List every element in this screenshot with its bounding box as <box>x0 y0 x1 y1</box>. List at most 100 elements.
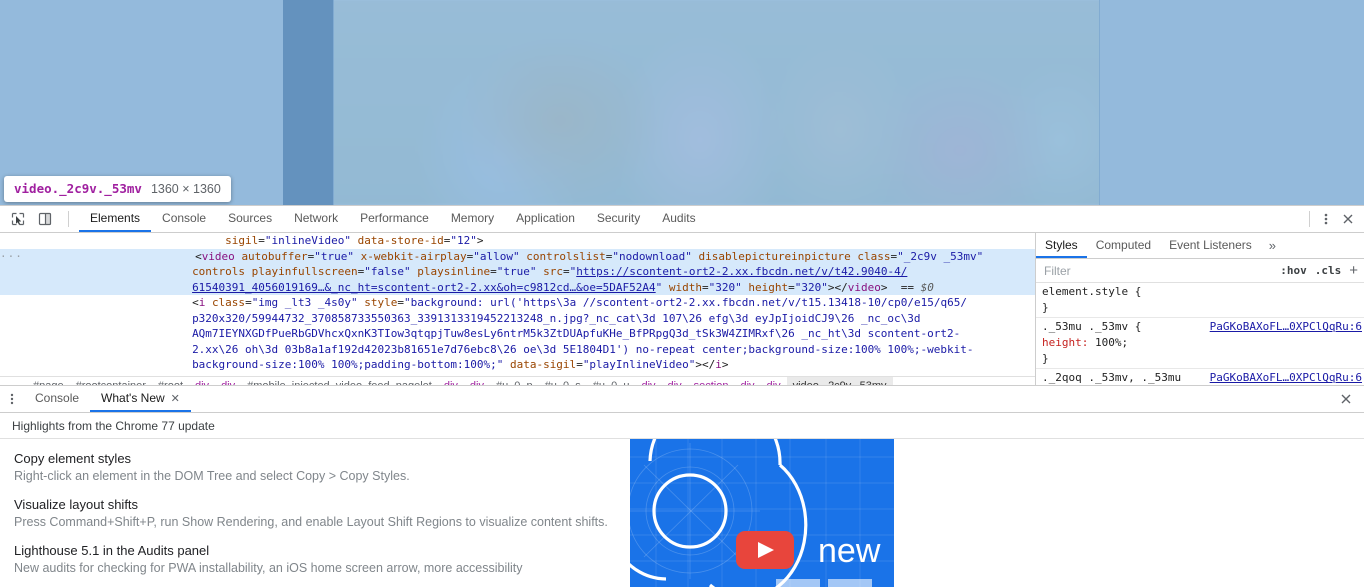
dom-token-attrname: disablepictureinpicture <box>698 249 851 263</box>
tab-application-label: Application <box>516 211 575 225</box>
dom-indent <box>0 264 192 280</box>
inspect-cursor-icon[interactable] <box>8 209 28 229</box>
style-rule-close-brace: } <box>1042 352 1049 365</box>
dom-token-plain: = <box>258 234 265 247</box>
page-dark-strip <box>283 0 333 205</box>
style-property-name[interactable]: height: <box>1042 336 1095 349</box>
dom-token-plain: = <box>702 280 709 294</box>
dom-tree-line[interactable]: <i class="img _lt3 _4s0y" style="backgro… <box>0 295 1035 311</box>
styles-filter-input[interactable] <box>1042 262 1273 279</box>
dom-token-attrval: AQm7IEYNXGDfPueRbGDVhcxQxnK3TIow3qtqpjTu… <box>192 327 961 340</box>
dom-token-attrname: playinfullscreen <box>251 265 358 278</box>
dom-token-eq: == <box>900 280 921 294</box>
dom-tree-line[interactable]: controls playinfullscreen = "false" playsi… <box>0 264 1035 280</box>
dom-token-link[interactable]: https://scontent-ort2-2.xx.fbcdn.net/v/t… <box>576 265 907 278</box>
dom-token-tagname: video <box>201 249 235 263</box>
styles-more-tabs-icon[interactable]: » <box>1261 233 1284 258</box>
dom-token-plain <box>245 265 252 278</box>
tab-console-label: Console <box>162 211 207 225</box>
style-declaration[interactable]: height: 100%; <box>1042 335 1364 351</box>
dom-expand-dots-icon[interactable]: ··· <box>0 250 23 263</box>
drawer-tab-close-icon[interactable]: ✕ <box>171 392 180 405</box>
dom-token-attrname: autobuffer <box>241 249 308 263</box>
dom-tree-line[interactable]: background-size:100% 100%;padding-bottom… <box>0 357 1035 373</box>
dom-token-plain: = <box>576 358 583 371</box>
style-rule-source-link[interactable]: PaGKoBAXoFL…0XPClQqRu:6 <box>1210 319 1362 335</box>
tab-memory[interactable]: Memory <box>440 206 505 232</box>
toolbar-separator <box>68 211 69 227</box>
dom-token-attrval: "nodownload" <box>612 249 692 263</box>
dom-token-plain <box>888 281 901 294</box>
dom-indent <box>0 342 192 358</box>
dom-tree-line[interactable]: ··· <video autobuffer="true" x-webkit-ai… <box>0 248 1035 264</box>
tab-memory-label: Memory <box>450 211 495 225</box>
tab-styles[interactable]: Styles <box>1036 233 1087 258</box>
hov-toggle-button[interactable]: :hov <box>1280 264 1307 277</box>
tab-application[interactable]: Application <box>505 206 586 232</box>
style-property-value[interactable]: 100%; <box>1095 336 1128 349</box>
dom-token-dollar: $0 <box>920 280 934 294</box>
dom-indent <box>0 357 192 373</box>
close-icon[interactable] <box>1338 209 1358 229</box>
style-rule-selector[interactable]: element.style { <box>1042 284 1364 300</box>
tab-elements-label: Elements <box>90 211 141 225</box>
drawer-tab-whats-new[interactable]: What's New ✕ <box>90 386 191 412</box>
banner-artwork: new <box>630 439 894 587</box>
styles-rules-list[interactable]: element.style {} PaGKoBAXoFL…0XPClQqRu:6.… <box>1036 283 1364 388</box>
dom-tree-line[interactable]: sigil="inlineVideo" data-store-id="12"> <box>0 233 1035 249</box>
dom-tree-line[interactable]: AQm7IEYNXGDfPueRbGDVhcxQxnK3TIow3qtqpjTu… <box>0 326 1035 342</box>
dom-tree-line[interactable]: p320x320/59944732_370858733550363_339131… <box>0 311 1035 327</box>
post-card-right-border <box>1099 0 1100 205</box>
drawer-tab-console[interactable]: Console <box>24 386 90 412</box>
dom-tree-line[interactable]: 61540391_4056019169…&_nc_ht=scontent-ort… <box>0 279 1035 295</box>
tab-network[interactable]: Network <box>283 206 349 232</box>
tab-security-label: Security <box>596 211 641 225</box>
whats-new-item-heading: Lighthouse 5.1 in the Audits panel <box>14 543 210 558</box>
device-toolbar-icon[interactable] <box>35 209 55 229</box>
vertical-dots-icon[interactable] <box>1316 209 1336 229</box>
dom-token-plain <box>662 281 669 294</box>
toolbar-right-group <box>1305 206 1364 232</box>
tab-console[interactable]: Console <box>151 206 217 232</box>
dom-token-attrval: "true" <box>496 265 537 278</box>
dom-token-attrval: "_2c9v _53mv" <box>897 249 984 263</box>
whats-new-body[interactable]: Copy element styles Right-click an eleme… <box>0 439 1364 587</box>
tab-computed[interactable]: Computed <box>1087 233 1160 258</box>
tab-sources[interactable]: Sources <box>217 206 283 232</box>
drawer-menu-vertical-dots-icon[interactable] <box>0 386 24 412</box>
drawer-right-group <box>1336 386 1364 412</box>
chrome-devtools-whats-new-banner[interactable]: new <box>630 439 894 587</box>
dom-token-plain: = <box>245 296 252 309</box>
style-rule[interactable]: element.style {} <box>1036 283 1364 318</box>
devtools-toolbar: Elements Console Sources Network Perform… <box>0 206 1364 233</box>
drawer-close-icon[interactable] <box>1336 389 1356 409</box>
tab-event-listeners-label: Event Listeners <box>1169 237 1252 252</box>
tab-event-listeners[interactable]: Event Listeners <box>1160 233 1261 258</box>
dom-token-link[interactable]: 61540391_4056019169…&_nc_ht=scontent-ort… <box>192 281 656 294</box>
dom-token-attrval: "12" <box>450 234 477 247</box>
dom-token-plain <box>503 358 510 371</box>
new-style-rule-button[interactable]: + <box>1349 263 1358 278</box>
dom-token-tagname: video <box>847 280 881 294</box>
devtools-screenshot: video._2c9v._53mv 1360 × 1360 Elements C… <box>0 0 1364 588</box>
element-inspect-tooltip: video._2c9v._53mv 1360 × 1360 <box>4 176 231 202</box>
tab-performance[interactable]: Performance <box>349 206 440 232</box>
devtools-main-split: sigil="inlineVideo" data-store-id="12"> ·… <box>0 233 1364 396</box>
tab-audits[interactable]: Audits <box>651 206 706 232</box>
tab-audits-label: Audits <box>662 211 696 225</box>
dom-token-attrname: style <box>364 296 398 309</box>
tab-styles-label: Styles <box>1045 237 1078 252</box>
tab-elements[interactable]: Elements <box>79 206 152 232</box>
dom-indent <box>0 233 225 249</box>
dom-tree[interactable]: sigil="inlineVideo" data-store-id="12"> ·… <box>0 233 1035 373</box>
style-rule[interactable]: PaGKoBAXoFL…0XPClQqRu:6 ._53mu ._53mv { h… <box>1036 318 1364 369</box>
style-rule-source-link[interactable]: PaGKoBAXoFL…0XPClQqRu:6 <box>1210 370 1362 386</box>
cls-toggle-button[interactable]: .cls <box>1315 264 1342 277</box>
tab-security[interactable]: Security <box>586 206 651 232</box>
style-rule-close-brace: } <box>1042 301 1049 314</box>
dom-tree-line[interactable]: 2.xx\26 oh\3d 03b8a1af192d42023b81651e7d… <box>0 342 1035 358</box>
whats-new-item-list: Copy element styles Right-click an eleme… <box>0 451 630 576</box>
toolbar-icon-group <box>0 206 79 232</box>
dom-token-plain: > <box>880 280 888 294</box>
dom-tree-pane[interactable]: sigil="inlineVideo" data-store-id="12"> ·… <box>0 233 1035 396</box>
